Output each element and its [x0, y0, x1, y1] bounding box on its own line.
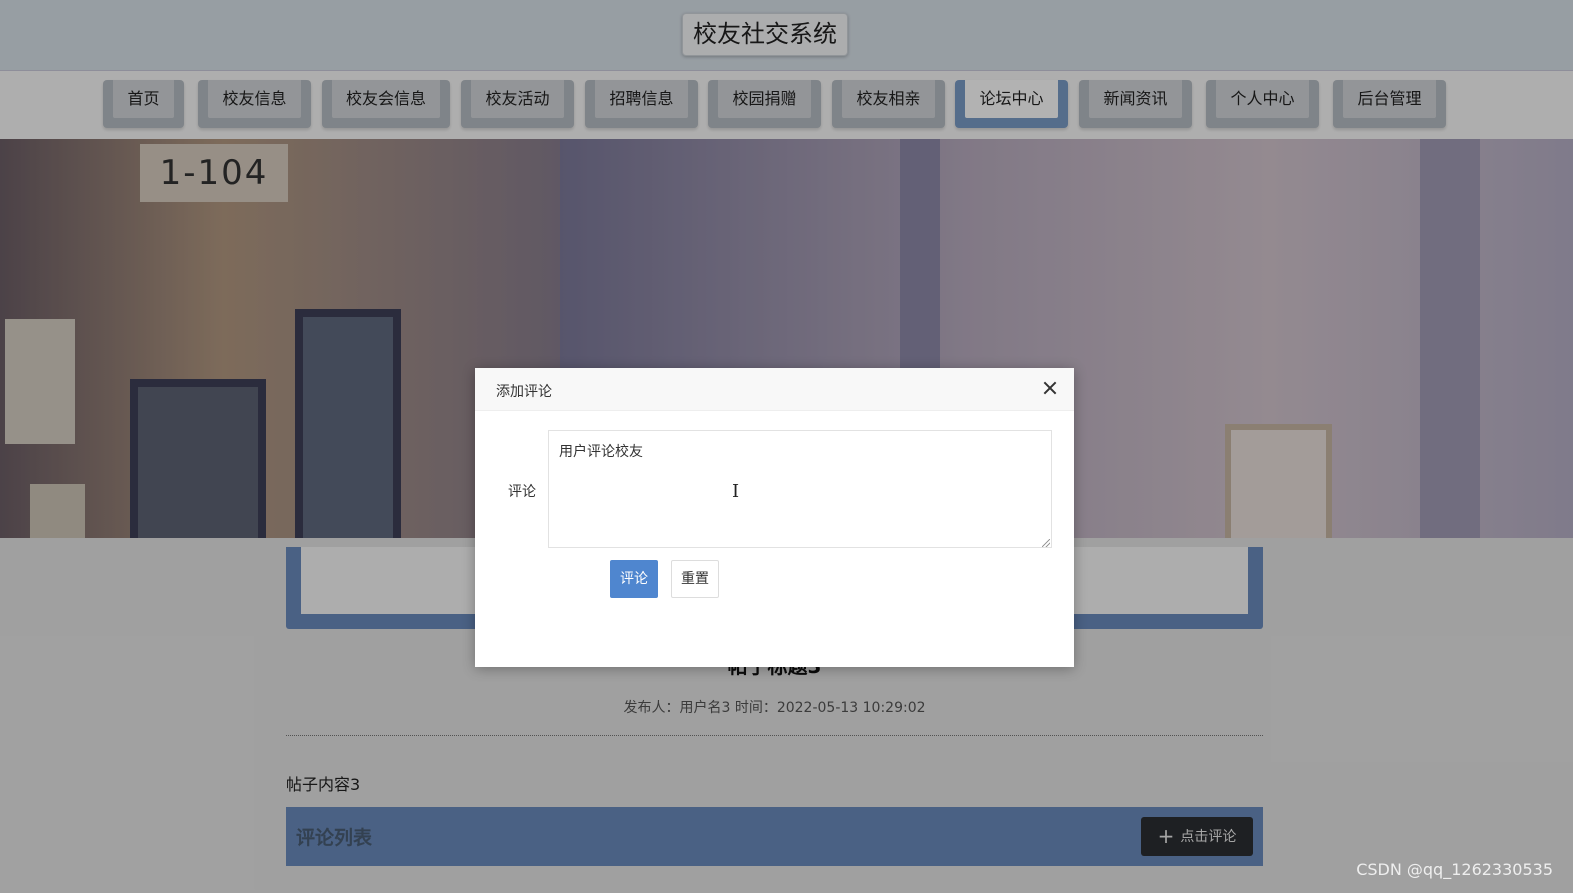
add-comment-dialog: 添加评论 评论 用户评论校友 I 评论 重置 [475, 368, 1074, 667]
watermark: CSDN @qq_1262330535 [1356, 860, 1553, 879]
dialog-header: 添加评论 [475, 368, 1074, 411]
text-cursor-icon: I [732, 481, 740, 502]
comment-textarea[interactable]: 用户评论校友 [548, 430, 1052, 548]
close-icon[interactable] [1040, 378, 1060, 398]
resize-handle-icon[interactable] [1042, 539, 1050, 547]
submit-comment-button[interactable]: 评论 [610, 560, 658, 598]
dialog-title: 添加评论 [496, 384, 552, 400]
comment-field-label: 评论 [508, 484, 536, 500]
reset-button[interactable]: 重置 [671, 560, 719, 598]
